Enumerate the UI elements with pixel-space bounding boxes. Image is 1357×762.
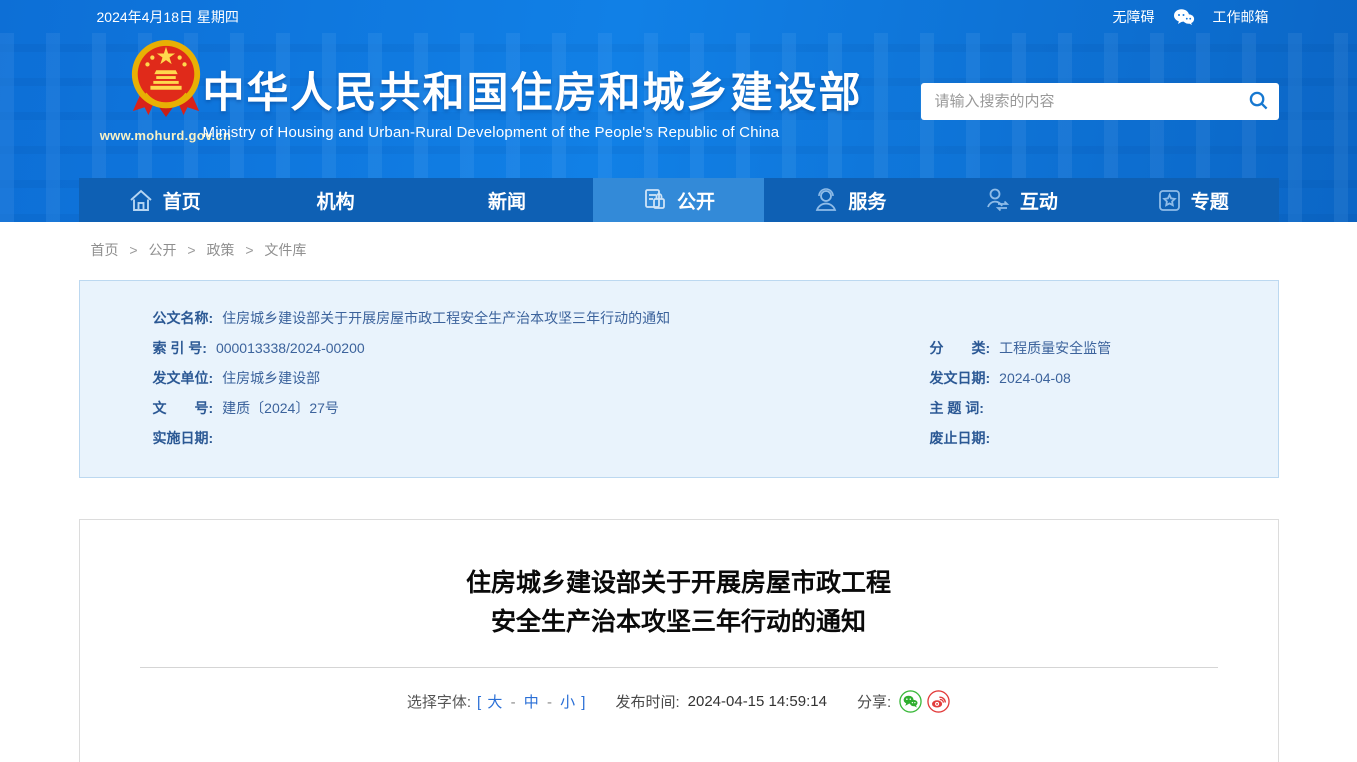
breadcrumb-policy[interactable]: 政策 [206,242,234,258]
breadcrumb-library[interactable]: 文件库 [264,242,306,258]
nav-item-services[interactable]: 服务 [764,178,935,222]
field-label: 发文单位: [152,370,214,386]
nav-item-institutions[interactable]: 机构 [250,178,421,222]
nav-label: 专题 [1190,191,1229,213]
accessibility-link[interactable]: 无障碍 [1113,7,1155,27]
field-value: 住房城乡建设部 [222,370,321,386]
search-input[interactable] [920,93,1239,110]
site-title: 中华人民共和国住房和城乡建设部 [202,69,863,116]
current-date: 2024年4月18日 星期四 [96,8,239,25]
chat-icon[interactable] [1173,8,1195,26]
field-label: 发文日期: [929,370,991,386]
field-value: 000013338/2024-00200 [215,340,365,356]
breadcrumb-home[interactable]: 首页 [91,242,119,258]
nav-label: 服务 [848,191,887,213]
breadcrumb: 首页 > 公开 > 政策 > 文件库 [79,240,1279,260]
wechat-share-icon[interactable] [899,690,922,713]
documents-icon [642,187,668,213]
breadcrumb-separator: > [187,242,196,258]
article-meta: 选择字体: [ 大 - 中 - 小 ] 发布时间: 2024-04-15 14:… [80,690,1278,713]
field-label: 文 号: [152,400,214,416]
home-icon [128,188,154,213]
top-bar: 2024年4月18日 星期四 无障碍 工作邮箱 [0,0,1357,33]
share-icons [899,690,950,713]
nav-label: 公开 [676,191,715,213]
field-label: 分 类: [929,340,991,356]
publish-time-value: 2024-04-15 14:59:14 [687,693,827,710]
font-size-separator: - [546,694,552,711]
font-size-small[interactable]: 小 [560,694,575,711]
service-person-icon [813,187,839,213]
info-row: 发文单位: 住房城乡建设部 发文日期: 2024-04-08 [80,363,1278,393]
main-navigation: 首页 机构 新闻 公开 服务 互动 专题 [78,178,1279,222]
font-size-medium[interactable]: 中 [524,694,539,711]
nav-label: 互动 [1019,191,1058,213]
title-divider [139,667,1218,668]
field-value: 2024-04-08 [999,370,1071,386]
work-mailbox-link[interactable]: 工作邮箱 [1213,7,1269,27]
breadcrumb-separator: > [129,242,138,258]
nav-item-topics[interactable]: 专题 [1107,178,1278,222]
search-box [920,83,1279,120]
publish-time-label: 发布时间: [615,694,680,711]
font-size-selector: [ 大 - 中 - 小 ] [477,691,585,712]
site-header: 2024年4月18日 星期四 无障碍 工作邮箱 www.mohurd.gov.c… [0,0,1357,222]
info-row: 索 引 号: 000013338/2024-00200 分 类: 工程质量安全监… [80,333,1278,363]
nav-item-interaction[interactable]: 互动 [936,178,1107,222]
national-emblem-icon [127,40,205,125]
info-row: 文 号: 建质〔2024〕27号 主 题 词: [80,393,1278,423]
field-label: 公文名称: [152,310,214,326]
breadcrumb-disclosure[interactable]: 公开 [148,242,176,258]
breadcrumb-separator: > [245,242,254,258]
search-icon [1248,90,1269,114]
nav-label: 首页 [162,191,201,213]
article-title-line1: 住房城乡建设部关于开展房屋市政工程 [465,569,891,597]
article-title-line2: 安全生产治本攻坚三年行动的通知 [490,608,866,636]
weibo-share-icon[interactable] [927,690,950,713]
nav-item-news[interactable]: 新闻 [421,178,592,222]
font-select-label: 选择字体: [406,694,472,711]
nav-item-home[interactable]: 首页 [79,178,250,222]
bracket-left: [ [477,694,482,711]
article-title: 住房城乡建设部关于开展房屋市政工程 安全生产治本攻坚三年行动的通知 [80,564,1278,642]
field-label: 实施日期: [152,430,214,446]
field-label: 索 引 号: [152,340,207,356]
nav-label: 机构 [316,191,355,213]
article-box: 住房城乡建设部关于开展房屋市政工程 安全生产治本攻坚三年行动的通知 选择字体: … [78,519,1279,762]
field-value: 工程质量安全监管 [999,340,1112,356]
site-banner: www.mohurd.gov.cn 中华人民共和国住房和城乡建设部 Minist… [0,33,1357,178]
nav-item-disclosure[interactable]: 公开 [592,178,765,222]
site-titles: 中华人民共和国住房和城乡建设部 Ministry of Housing and … [203,69,863,141]
nav-label: 新闻 [488,191,527,213]
font-size-large[interactable]: 大 [487,694,502,711]
bracket-right: ] [581,694,586,711]
field-value: 建质〔2024〕27号 [222,400,339,416]
field-label: 主 题 词: [929,400,984,416]
info-row: 公文名称: 住房城乡建设部关于开展房屋市政工程安全生产治本攻坚三年行动的通知 [80,303,1278,333]
font-size-separator: - [510,694,516,711]
site-subtitle-en: Ministry of Housing and Urban-Rural Deve… [202,124,780,141]
share-label: 分享: [856,694,892,711]
info-row: 实施日期: 废止日期: [80,423,1278,453]
field-value: 住房城乡建设部关于开展房屋市政工程安全生产治本攻坚三年行动的通知 [222,310,671,326]
document-info-box: 公文名称: 住房城乡建设部关于开展房屋市政工程安全生产治本攻坚三年行动的通知 索… [78,280,1279,478]
star-badge-icon [1157,188,1182,213]
interaction-icon [985,187,1011,213]
search-button[interactable] [1239,83,1279,120]
field-label: 废止日期: [929,430,991,446]
